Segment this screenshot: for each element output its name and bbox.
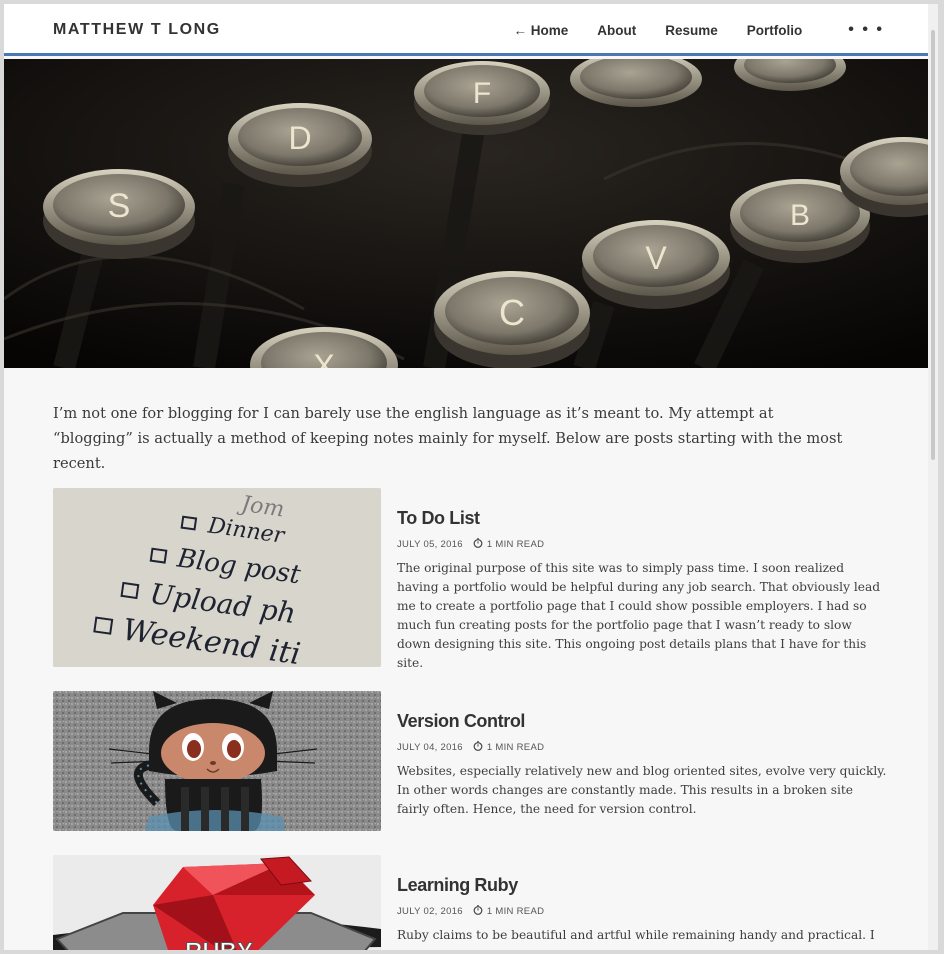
svg-text:D: D xyxy=(288,120,311,156)
post-excerpt: The original purpose of this site was to… xyxy=(397,561,881,670)
nav-portfolio-link[interactable]: Portfolio xyxy=(747,23,803,38)
post-read-time: 1 MIN READ xyxy=(486,742,545,753)
post-read-time: 1 MIN READ xyxy=(486,906,545,917)
svg-text:RUBY: RUBY xyxy=(185,938,253,950)
svg-text:C: C xyxy=(499,292,525,333)
post-excerpt: Ruby claims to be beautiful and artful w… xyxy=(397,928,875,950)
svg-text:F: F xyxy=(473,77,491,110)
vertical-scrollbar[interactable] xyxy=(928,4,938,950)
post-item-to-do-list: Jom Dinner Blog post Upload ph Weekend i… xyxy=(53,488,893,670)
post-title[interactable]: To Do List xyxy=(397,508,480,529)
post-read-time: 1 MIN READ xyxy=(486,539,545,550)
post-thumbnail-octocat[interactable] xyxy=(53,691,381,831)
more-menu-icon[interactable]: • • • xyxy=(848,21,884,39)
key-v-icon: V xyxy=(582,220,730,309)
clock-icon xyxy=(473,741,483,754)
post-meta: JULY 04, 2016 1 MIN READ xyxy=(397,741,887,754)
key-c-icon: C xyxy=(434,271,590,368)
svg-text:X: X xyxy=(313,348,334,368)
svg-text:S: S xyxy=(108,187,131,225)
main-nav: ← Home About Resume Portfolio • • • xyxy=(485,21,884,39)
post-item-learning-ruby: RUBY Learning Ruby JULY 02, 2016 1 MIN R… xyxy=(53,855,893,950)
post-body: Learning Ruby JULY 02, 2016 1 MIN READ R… xyxy=(397,875,887,950)
post-meta: JULY 05, 2016 1 MIN READ xyxy=(397,538,887,551)
svg-text:V: V xyxy=(645,240,667,276)
nav-resume-link[interactable]: Resume xyxy=(665,23,718,38)
post-date: JULY 04, 2016 xyxy=(397,742,463,753)
post-title[interactable]: Version Control xyxy=(397,711,525,732)
post-item-version-control: Version Control JULY 04, 2016 1 MIN READ… xyxy=(53,691,893,831)
intro-paragraph: I’m not one for blogging for I can barel… xyxy=(53,405,843,472)
svg-text:B: B xyxy=(790,199,810,232)
key-d-icon: D xyxy=(228,103,372,187)
scrollbar-thumb[interactable] xyxy=(931,30,935,460)
post-title[interactable]: Learning Ruby xyxy=(397,875,518,896)
post-date: JULY 02, 2016 xyxy=(397,906,463,917)
browser-window: MATTHEW T LONG ← Home About Resume Portf… xyxy=(4,4,938,950)
key-f-icon: F xyxy=(414,61,550,135)
nav-about-link[interactable]: About xyxy=(597,23,636,38)
post-excerpt: Websites, especially relatively new and … xyxy=(397,764,887,816)
post-date: JULY 05, 2016 xyxy=(397,539,463,550)
post-body: To Do List JULY 05, 2016 1 MIN READ The … xyxy=(397,508,887,673)
clock-icon xyxy=(473,538,483,551)
post-thumbnail-ruby[interactable]: RUBY xyxy=(53,855,381,950)
hero-typewriter-image: S D F C V B X xyxy=(4,59,938,368)
clock-icon xyxy=(473,905,483,918)
nav-home-link[interactable]: ← Home xyxy=(514,23,569,38)
post-body: Version Control JULY 04, 2016 1 MIN READ… xyxy=(397,711,887,819)
post-thumbnail-todo[interactable]: Jom Dinner Blog post Upload ph Weekend i… xyxy=(53,488,381,667)
key-s-icon: S xyxy=(43,169,195,259)
site-brand[interactable]: MATTHEW T LONG xyxy=(53,21,221,39)
site-header: MATTHEW T LONG ← Home About Resume Portf… xyxy=(4,4,938,56)
post-meta: JULY 02, 2016 1 MIN READ xyxy=(397,905,887,918)
